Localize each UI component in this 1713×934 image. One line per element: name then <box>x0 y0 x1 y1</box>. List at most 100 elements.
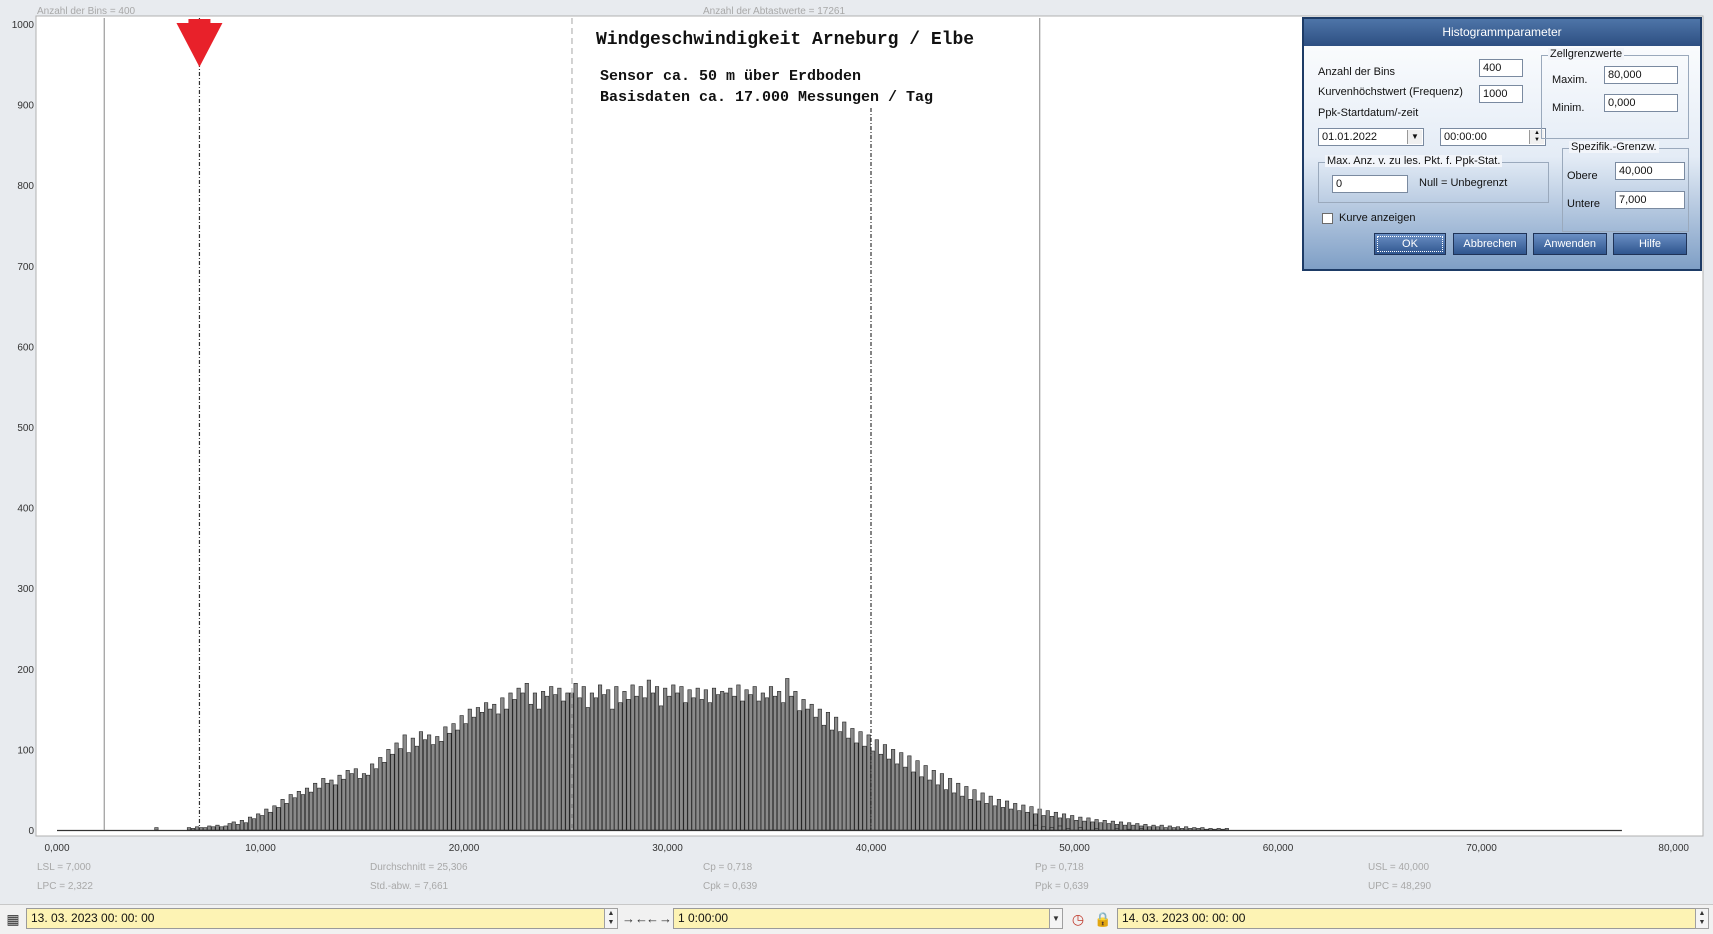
y-tick-label: 400 <box>17 504 34 515</box>
bins-input[interactable]: 400 <box>1479 59 1523 77</box>
histogram-bar <box>813 716 818 831</box>
histogram-bar <box>886 758 892 831</box>
histogram-bar <box>1200 827 1205 831</box>
y-tick-label: 0 <box>28 826 34 837</box>
histogram-bar <box>325 782 330 831</box>
lower-label: Untere <box>1567 198 1601 210</box>
date-combo[interactable]: 01.01.2022 ▼ <box>1318 128 1424 146</box>
histogram-bar <box>728 687 733 831</box>
histogram-bar <box>484 702 489 831</box>
histogram-bar <box>960 795 965 831</box>
time-toolbar: ▦ 13. 03. 2023 00: 00: 00 ▲ ▼ →← ←→ 1 0:0… <box>0 904 1713 934</box>
histogram-bar <box>243 822 248 831</box>
histogram-bar <box>561 700 566 831</box>
histogram-bar <box>1216 828 1221 831</box>
histogram-bar <box>1057 825 1062 831</box>
histogram-bar <box>1135 823 1140 831</box>
zoom-out-arrows-icon[interactable]: ←→ <box>646 909 672 929</box>
calendar-icon[interactable]: ▦ <box>3 909 23 929</box>
frequency-input[interactable]: 1000 <box>1479 85 1523 103</box>
start-datetime-field[interactable]: 13. 03. 2023 00: 00: 00 <box>26 908 606 929</box>
histogram-bar <box>593 697 599 831</box>
histogram-bar <box>1017 810 1022 831</box>
histogram-bar <box>520 692 525 831</box>
upper-input[interactable]: 40,000 <box>1615 162 1685 180</box>
histogram-bar <box>988 795 993 831</box>
histogram-bar <box>427 734 432 831</box>
chevron-down-icon[interactable]: ▼ <box>1049 908 1063 929</box>
cancel-button[interactable]: Abbrechen <box>1453 233 1527 255</box>
histogram-bar <box>366 774 371 831</box>
y-tick-label: 300 <box>17 584 34 595</box>
histogram-bar <box>740 700 745 831</box>
histogram-bar <box>341 778 346 831</box>
histogram-bar <box>911 771 916 831</box>
help-button[interactable]: Hilfe <box>1613 233 1687 255</box>
histogram-bar <box>463 723 468 831</box>
histogram-bar <box>589 692 594 831</box>
y-tick-label: 800 <box>17 181 34 192</box>
lock-icon[interactable]: 🔒 <box>1093 909 1113 929</box>
show-curve-checkbox[interactable] <box>1322 213 1333 224</box>
end-spin-icon[interactable]: ▲ ▼ <box>1695 908 1709 929</box>
histogram-bar <box>406 752 411 831</box>
histogram-bar <box>333 784 338 831</box>
histogram-bar <box>785 678 790 831</box>
clock-icon[interactable]: ◷ <box>1068 909 1088 929</box>
histogram-bar <box>622 691 627 831</box>
dialog-title[interactable]: Histogrammparameter <box>1304 19 1700 46</box>
histogram-bar <box>943 789 949 831</box>
zoom-in-arrows-icon[interactable]: →← <box>622 909 648 929</box>
histogram-bar <box>736 684 741 831</box>
histogram-bar <box>980 792 985 831</box>
histogram-bar <box>195 826 200 831</box>
histogram-bar <box>479 712 485 831</box>
histogram-bar <box>1167 825 1172 831</box>
lower-input[interactable]: 7,000 <box>1615 191 1685 209</box>
histogram-bar <box>846 737 851 831</box>
time-span-field[interactable]: 1 0:00:00 <box>673 908 1063 929</box>
histogram-bar <box>948 778 953 831</box>
histogram-bar <box>252 818 257 831</box>
histogram-bar <box>451 723 456 831</box>
max-points-input[interactable]: 0 <box>1332 175 1408 193</box>
histogram-bar <box>528 703 533 831</box>
x-tick-label: 80,000 <box>1658 843 1689 854</box>
histogram-bar <box>304 787 310 831</box>
histogram-bar <box>361 773 367 831</box>
cell-limits-group-title: Zellgrenzwerte <box>1548 48 1625 60</box>
histogram-bar <box>764 697 769 831</box>
histogram-bar <box>1196 828 1201 831</box>
x-tick-label: 40,000 <box>856 843 887 854</box>
apply-button[interactable]: Anwenden <box>1533 233 1607 255</box>
max-label: Maxim. <box>1552 74 1588 86</box>
marker-cap[interactable] <box>188 19 211 23</box>
histogram-bar <box>654 686 660 831</box>
max-input[interactable]: 80,000 <box>1604 66 1678 84</box>
histogram-bar <box>1033 824 1038 831</box>
min-input[interactable]: 0,000 <box>1604 94 1678 112</box>
date-value: 01.01.2022 <box>1322 131 1378 143</box>
histogram-bar <box>1049 827 1054 831</box>
histogram-bar <box>874 739 879 831</box>
time-spinner[interactable]: 00:00:00 ▲ ▼ <box>1440 128 1546 146</box>
max-points-group: Max. Anz. v. zu les. Pkt. f. Ppk-Stat. 0… <box>1318 155 1549 203</box>
histogram-bar <box>357 778 362 831</box>
ok-button[interactable]: OK <box>1374 233 1446 255</box>
histogram-bar <box>231 821 236 831</box>
histogram-bar <box>1208 828 1213 831</box>
histogram-bar <box>370 763 375 831</box>
chevron-down-icon[interactable]: ▼ <box>1407 130 1422 144</box>
histogram-bar <box>1163 827 1168 831</box>
x-tick-label: 10,000 <box>245 843 276 854</box>
histogram-bar <box>516 687 521 831</box>
x-tick-label: 50,000 <box>1059 843 1090 854</box>
histogram-bar <box>532 692 537 831</box>
end-datetime-field[interactable]: 14. 03. 2023 00: 00: 00 <box>1117 908 1697 929</box>
histogram-bar <box>939 773 944 831</box>
histogram-bar <box>805 708 810 831</box>
histogram-bar <box>374 768 379 831</box>
start-spin-icon[interactable]: ▲ ▼ <box>604 908 618 929</box>
histogram-bar <box>1224 828 1229 831</box>
histogram-bar <box>1106 823 1111 831</box>
